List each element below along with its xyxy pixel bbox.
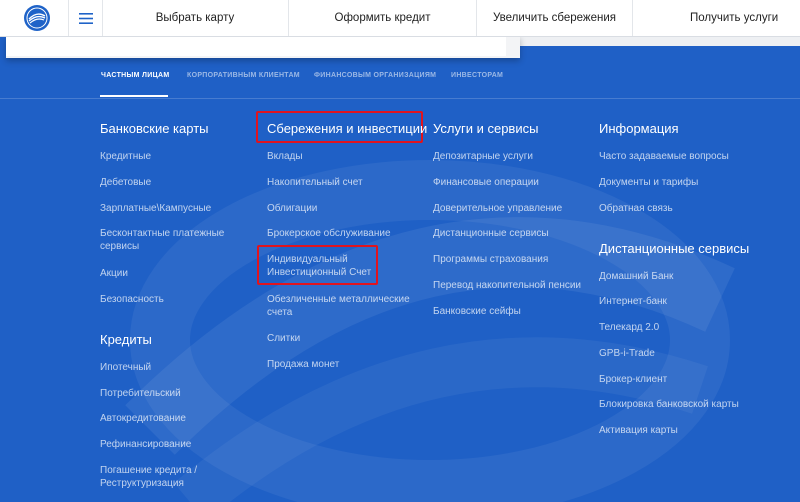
logo-icon[interactable]	[24, 5, 50, 31]
top-navigation-bar: Выбрать карту Оформить кредит Увеличить …	[0, 0, 800, 37]
dropdown-panel-inner	[6, 36, 506, 56]
hamburger-icon	[78, 12, 93, 24]
segment-tabs: ЧАСТНЫМ ЛИЦАМ КОРПОРАТИВНЫМ КЛИЕНТАМ ФИН…	[0, 62, 800, 99]
link-telecard[interactable]: Телекард 2.0	[599, 321, 749, 334]
link-mortgage[interactable]: Ипотечный	[100, 361, 250, 374]
link-individual-investment-account[interactable]: Индивидуальный Инвестиционный Счет	[267, 253, 417, 279]
heading-information: Информация	[599, 121, 679, 136]
heading-credits: Кредиты	[100, 332, 152, 347]
link-feedback[interactable]: Обратная связь	[599, 202, 749, 215]
tab-investors[interactable]: ИНВЕСТОРАМ	[451, 72, 503, 79]
link-internet-bank[interactable]: Интернет-банк	[599, 295, 749, 308]
heading-remote-services: Дистанционные сервисы	[599, 241, 750, 256]
link-debit-cards[interactable]: Дебетовые	[100, 176, 250, 189]
link-card-activation[interactable]: Активация карты	[599, 424, 749, 437]
heading-bank-cards: Банковские карты	[100, 121, 209, 136]
link-documents-tariffs[interactable]: Документы и тарифы	[599, 176, 749, 189]
topnav-apply-credit[interactable]: Оформить кредит	[289, 0, 476, 36]
link-savings-account[interactable]: Накопительный счет	[267, 176, 417, 189]
link-gpb-i-trade[interactable]: GPB-i-Trade	[599, 347, 749, 360]
link-broker-client[interactable]: Брокер-клиент	[599, 373, 749, 386]
link-metal-accounts[interactable]: Обезличенные металлические счета	[267, 293, 417, 319]
link-faq[interactable]: Часто задаваемые вопросы	[599, 150, 749, 163]
link-bonds[interactable]: Облигации	[267, 202, 417, 215]
link-trust-management[interactable]: Доверительное управление	[433, 202, 583, 215]
link-deposits[interactable]: Вклады	[267, 150, 417, 163]
link-depositary-services[interactable]: Депозитарные услуги	[433, 150, 583, 163]
link-salary-cards[interactable]: Зарплатные\Кампусные	[100, 202, 250, 215]
link-refinancing[interactable]: Рефинансирование	[100, 438, 250, 451]
link-home-bank[interactable]: Домашний Банк	[599, 270, 749, 283]
link-repayment-restructuring[interactable]: Погашение кредита / Реструктуризация	[100, 464, 250, 490]
link-consumer-credit[interactable]: Потребительский	[100, 387, 250, 400]
divider	[632, 0, 633, 36]
link-contactless-services[interactable]: Бесконтактные платежные сервисы	[100, 227, 250, 253]
header-shadow-strip	[520, 36, 800, 46]
link-brokerage[interactable]: Брокерское обслуживание	[267, 227, 417, 240]
heading-savings-investments[interactable]: Сбережения и инвестиции	[267, 121, 427, 136]
active-tab-indicator	[100, 95, 168, 97]
link-auto-credit[interactable]: Автокредитование	[100, 412, 250, 425]
menu-button[interactable]	[68, 0, 103, 36]
topnav-choose-card[interactable]: Выбрать карту	[102, 0, 288, 36]
link-bullion[interactable]: Слитки	[267, 332, 417, 345]
link-promotions[interactable]: Акции	[100, 267, 250, 280]
dropdown-panel-edge	[6, 36, 520, 58]
link-safe-deposit-boxes[interactable]: Банковские сейфы	[433, 305, 583, 318]
topnav-get-services[interactable]: Получить услуги	[690, 0, 800, 36]
link-remote-services[interactable]: Дистанционные сервисы	[433, 227, 583, 240]
link-insurance[interactable]: Программы страхования	[433, 253, 583, 266]
link-pension-transfer[interactable]: Перевод накопительной пенсии	[433, 279, 583, 292]
link-credit-cards[interactable]: Кредитные	[100, 150, 250, 163]
topnav-increase-savings[interactable]: Увеличить сбережения	[477, 0, 632, 36]
heading-services: Услуги и сервисы	[433, 121, 539, 136]
link-coin-sale[interactable]: Продажа монет	[267, 358, 417, 371]
tab-financial-organizations[interactable]: ФИНАНСОВЫМ ОРГАНИЗАЦИЯМ	[314, 72, 436, 79]
link-card-blocking[interactable]: Блокировка банковской карты	[599, 398, 749, 411]
link-security[interactable]: Безопасность	[100, 293, 250, 306]
link-financial-operations[interactable]: Финансовые операции	[433, 176, 583, 189]
tab-private-clients[interactable]: ЧАСТНЫМ ЛИЦАМ	[101, 72, 169, 79]
tab-corporate-clients[interactable]: КОРПОРАТИВНЫМ КЛИЕНТАМ	[187, 72, 300, 79]
